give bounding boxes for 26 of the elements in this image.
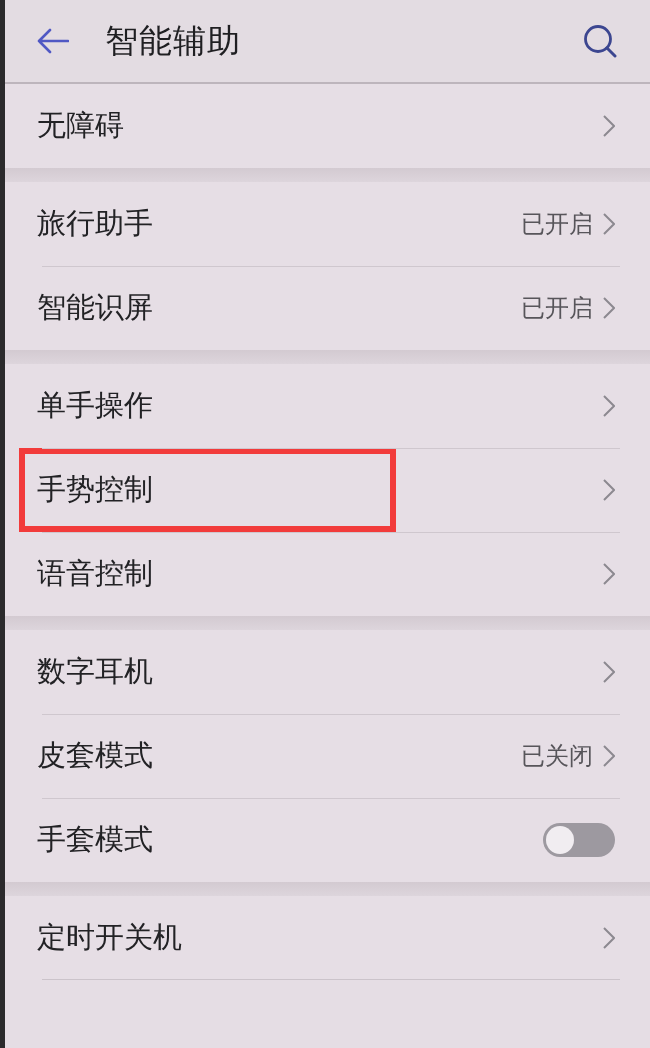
chevron-right-icon [603, 479, 615, 501]
status-text: 已开启 [521, 293, 593, 324]
chevron-right-icon [603, 297, 615, 319]
chevron-right-icon [603, 395, 615, 417]
chevron-right-icon [603, 213, 615, 235]
status-text: 已开启 [521, 209, 593, 240]
setting-label[interactable]: 语音控制 [37, 554, 153, 594]
setting-label[interactable]: 定时开关机 [37, 918, 182, 958]
chevron-right-icon [603, 661, 615, 683]
back-arrow-icon[interactable] [37, 28, 69, 54]
setting-label[interactable]: 智能识屏 [37, 288, 153, 328]
chevron-right-icon [603, 563, 615, 585]
search-icon[interactable] [583, 24, 617, 58]
setting-label[interactable]: 单手操作 [37, 386, 153, 426]
toggle-switch[interactable] [543, 823, 615, 857]
page-title: 智能辅助 [105, 19, 242, 62]
chevron-right-icon [603, 927, 615, 949]
setting-label[interactable]: 手势控制 [37, 470, 153, 510]
setting-label[interactable]: 数字耳机 [37, 652, 153, 692]
status-text: 已关闭 [521, 741, 593, 772]
setting-label[interactable]: 手套模式 [37, 820, 153, 860]
setting-label[interactable]: 无障碍 [37, 106, 124, 146]
chevron-right-icon [603, 115, 615, 137]
chevron-right-icon [603, 745, 615, 767]
setting-label[interactable]: 旅行助手 [37, 204, 153, 244]
setting-label[interactable]: 皮套模式 [37, 736, 153, 776]
